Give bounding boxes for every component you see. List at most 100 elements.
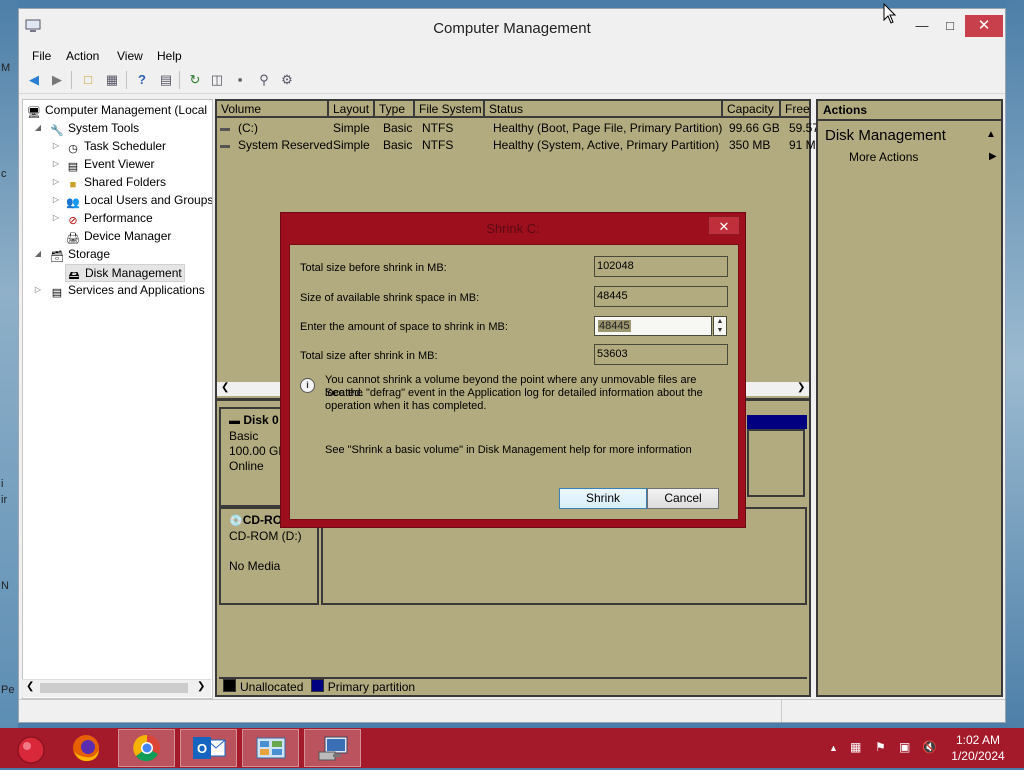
network-icon[interactable]: ▣ [899,740,910,754]
more-actions-item[interactable]: More Actions [849,150,918,164]
cancel-button[interactable]: Cancel [647,488,719,509]
shrink-amount-value: 48445 [598,320,631,332]
expand-arrow-icon[interactable]: ▷ [51,138,61,154]
scrollbar-thumb[interactable] [40,683,188,693]
taskbar-firefox[interactable] [58,729,115,767]
tree-item-computer-management[interactable]: 🖥 Computer Management (Local [26,102,207,119]
submenu-arrow-icon: ▶ [989,151,997,162]
help-icon[interactable]: ? [132,70,152,89]
tools-icon: 🔧 [50,125,64,137]
column-header-status[interactable]: Status [485,101,723,118]
tree-item-storage[interactable]: ◢ 🗃 Storage [33,246,110,263]
partition-block[interactable] [747,429,805,497]
total-before-label: Total size before shrink in MB: [300,262,447,274]
primary-partition-bar[interactable] [747,415,807,429]
expand-arrow-icon[interactable]: ▷ [51,210,61,226]
expand-arrow-icon[interactable]: ▷ [33,282,43,298]
toolbar: ◀ ▶ □ ▦ ? ▤ ↻ ◫ ▪ ⚲ ⚙ [19,67,1005,94]
scroll-left-icon[interactable]: ❮ [26,681,34,692]
column-header-volume[interactable]: Volume [217,101,329,118]
volume-muted-icon[interactable]: 🔇 [922,740,937,754]
tree-item-services-applications[interactable]: ▷ ▤ Services and Applications [33,282,205,299]
menu-file[interactable]: File [32,49,51,63]
tree-item-task-scheduler[interactable]: ▷ ◷ Task Scheduler [51,138,166,155]
volume-drive-icon: ▬ [220,140,230,151]
connect-icon[interactable]: ▪ [230,70,250,89]
refresh-icon[interactable]: ↻ [185,70,205,89]
system-clock[interactable]: 1:02 AM 1/20/2024 [940,732,1016,764]
tree-item-label: Performance [84,211,153,225]
volume-layout: Simple [333,121,370,135]
flag-icon[interactable]: ⚑ [875,740,886,754]
taskbar-chrome[interactable] [118,729,175,767]
table-row[interactable]: ▬ System Reserved Simple Basic NTFS Heal… [217,137,816,154]
shrink-amount-input[interactable]: 48445 [594,316,712,336]
show-hide-tree-icon[interactable]: ▦ [102,70,122,89]
action-center-icon[interactable]: ▦ [850,740,861,754]
disk-name: Disk 0 [243,413,279,427]
expand-arrow-icon[interactable]: ▷ [51,156,61,172]
column-header-type[interactable]: Type [375,101,415,118]
maximize-button[interactable]: □ [937,15,963,37]
menu-action[interactable]: Action [66,49,99,63]
window-title: Computer Management [433,20,591,37]
menu-help[interactable]: Help [157,49,182,63]
desktop-icon-label: N [1,580,9,592]
expand-arrow-icon[interactable]: ▷ [51,174,61,190]
column-header-free[interactable]: Free [781,101,810,118]
close-button[interactable]: ✕ [965,15,1003,37]
scroll-right-icon[interactable]: ❯ [797,382,805,393]
volume-capacity: 350 MB [729,138,771,152]
collapse-arrow-icon[interactable]: ◢ [33,120,43,136]
tree-horizontal-scrollbar[interactable]: ❮ ❯ [22,679,211,697]
tree-item-disk-management[interactable]: 🖴 Disk Management [65,264,185,282]
spin-up-icon[interactable]: ▲ [714,317,726,326]
export-list-icon[interactable]: ◫ [207,70,227,89]
collapse-up-icon[interactable]: ▲ [986,129,996,140]
scroll-left-icon[interactable]: ❮ [221,382,229,393]
shrink-button[interactable]: Shrink [559,488,647,509]
actions-section-disk-management[interactable]: Disk Management [825,127,946,144]
tree-item-event-viewer[interactable]: ▷ ▤ Event Viewer [51,156,155,173]
title-bar[interactable]: Computer Management — □ ✕ [19,9,1005,45]
taskbar-outlook[interactable]: O [180,729,237,767]
column-header-layout[interactable]: Layout [329,101,375,118]
spin-down-icon[interactable]: ▼ [714,326,726,335]
column-header-capacity[interactable]: Capacity [723,101,781,118]
taskbar-control-panel[interactable] [242,729,299,767]
tree-item-performance[interactable]: ▷ ⊘ Performance [51,210,153,227]
scroll-right-icon[interactable]: ❯ [197,681,205,692]
minimize-button[interactable]: — [909,15,935,37]
volume-name: (C:) [238,121,258,135]
collapse-arrow-icon[interactable]: ◢ [33,246,43,262]
disk-legend: Unallocated Primary partition [219,677,807,697]
desktop-background-right [1006,0,1024,728]
start-button[interactable] [0,729,57,767]
shared-folder-icon: ■ [69,179,77,191]
tree-item-shared-folders[interactable]: ▷ ■ Shared Folders [51,174,166,191]
rescan-icon[interactable]: ⚲ [254,70,274,89]
disk-management-icon: 🖴 [68,270,80,282]
shrink-amount-stepper[interactable]: ▲ ▼ [713,316,727,336]
tree-item-system-tools[interactable]: ◢ 🔧 System Tools [33,120,139,137]
tree-item-label: Local Users and Groups [84,193,213,207]
back-arrow-icon[interactable]: ◀ [24,70,44,89]
tree-item-local-users[interactable]: ▷ 👥 Local Users and Groups [51,192,213,209]
taskbar-computer-management[interactable] [304,729,361,767]
expand-arrow-icon[interactable]: ▷ [51,192,61,208]
forward-arrow-icon[interactable]: ▶ [47,70,67,89]
column-header-file-system[interactable]: File System [415,101,485,118]
cdrom-icon: 💿 [229,515,243,527]
up-folder-icon[interactable]: □ [78,70,98,89]
volume-layout: Simple [333,138,370,152]
menu-view[interactable]: View [117,49,143,63]
table-row[interactable]: ▬ (C:) Simple Basic NTFS Healthy (Boot, … [217,120,819,137]
settings-icon[interactable]: ⚙ [277,70,297,89]
tree-item-device-manager[interactable]: 🖨 Device Manager [51,228,171,245]
tree-item-label: Event Viewer [84,157,155,171]
dialog-close-button[interactable]: ✕ [708,216,740,235]
desktop-background-left: M c i ir N Pe [0,0,18,728]
volume-name: System Reserved [238,138,333,152]
show-hidden-icons-arrow-icon[interactable]: ▲ [829,743,838,753]
properties-icon[interactable]: ▤ [156,70,176,89]
